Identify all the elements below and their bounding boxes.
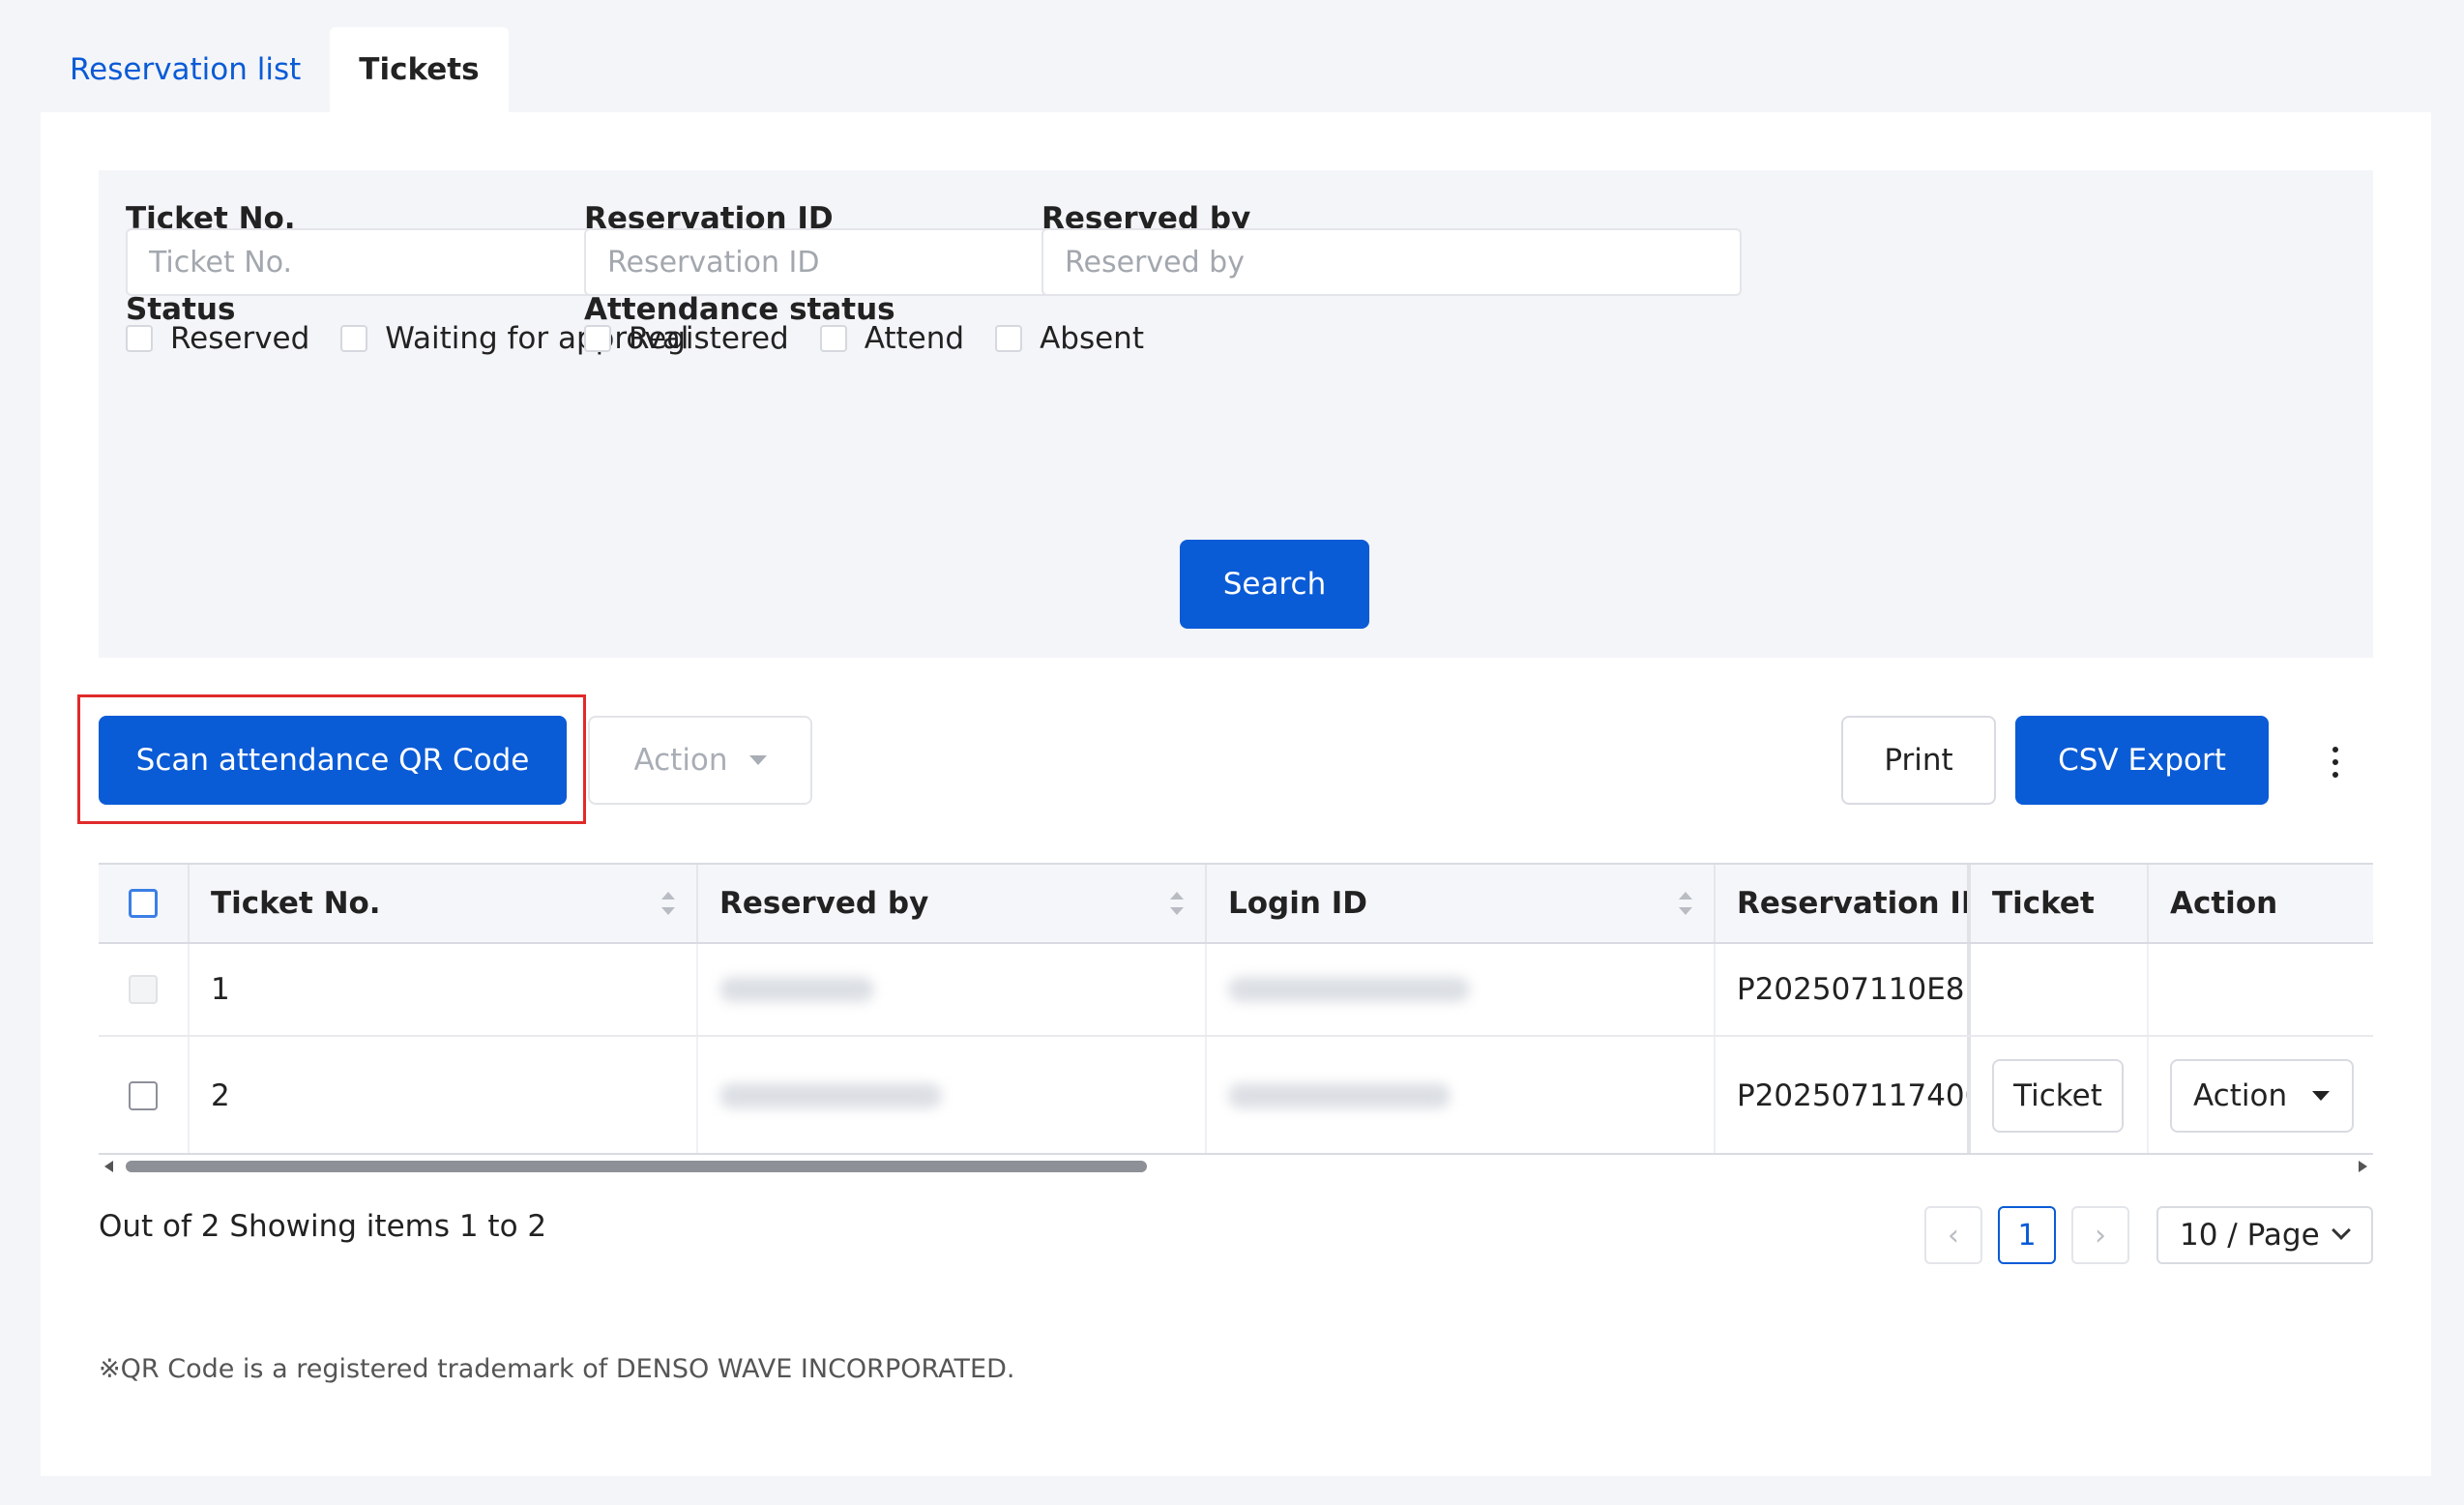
checkbox-box[interactable] [340, 325, 368, 352]
checkbox-label: Registered [629, 321, 789, 356]
search-button[interactable]: Search [1180, 540, 1369, 629]
column-reservation-id: Reservation ID [1716, 865, 1971, 942]
caret-down-icon [748, 755, 767, 765]
table-row: 1 P202507110E8D [99, 944, 2373, 1037]
redacted-text [1228, 1083, 1451, 1108]
more-vertical-icon[interactable] [2321, 743, 2350, 782]
sort-icon[interactable] [661, 892, 675, 915]
column-label: Ticket No. [211, 886, 381, 921]
row-action-dropdown[interactable]: Action [2170, 1059, 2354, 1133]
page-number-button[interactable]: 1 [1998, 1206, 2056, 1264]
redacted-text [719, 977, 874, 1002]
column-label: Login ID [1228, 886, 1367, 921]
bulk-action-label: Action [633, 743, 728, 778]
tab-tickets[interactable]: Tickets [330, 27, 509, 112]
table-header: Ticket No. Reserved by Login ID Reservat… [99, 865, 2373, 944]
chevron-right-icon[interactable]: › [2071, 1206, 2129, 1264]
ticket-cell [1971, 944, 2149, 1035]
reserved-by-input[interactable] [1041, 228, 1742, 296]
ticket-button[interactable]: Ticket [1992, 1059, 2124, 1133]
caret-down-icon [2312, 1091, 2331, 1101]
row-checkbox [129, 975, 158, 1004]
status-reserved-checkbox[interactable]: Reserved [126, 321, 309, 356]
trademark-footnote: ※QR Code is a registered trademark of DE… [99, 1354, 1015, 1384]
attendance-registered-checkbox[interactable]: Registered [584, 321, 789, 356]
chevron-down-icon [2332, 1221, 2351, 1240]
column-ticket-no[interactable]: Ticket No. [190, 865, 698, 942]
reserved-by-cell [698, 1037, 1207, 1153]
attendance-attend-checkbox[interactable]: Attend [819, 321, 965, 356]
tab-reservation-list[interactable]: Reservation list [41, 27, 330, 112]
scrollbar-thumb[interactable] [126, 1161, 1147, 1172]
ticket-cell: Ticket [1971, 1037, 2149, 1153]
row-checkbox[interactable] [129, 1081, 158, 1110]
scan-qr-code-button[interactable]: Scan attendance QR Code [99, 716, 567, 805]
column-label: Ticket [1992, 886, 2095, 921]
reserved-by-cell [698, 944, 1207, 1035]
tab-bar: Reservation list Tickets [41, 27, 509, 112]
redacted-text [719, 1083, 942, 1108]
action-cell [2149, 944, 2373, 1035]
column-label: Reserved by [719, 886, 929, 921]
column-login-id[interactable]: Login ID [1207, 865, 1716, 942]
select-all-checkbox[interactable] [129, 889, 158, 918]
login-id-cell [1207, 944, 1716, 1035]
tickets-panel: Ticket No. Reservation ID Reserved by St… [41, 112, 2431, 1476]
sort-icon[interactable] [1170, 892, 1184, 915]
attendance-absent-checkbox[interactable]: Absent [995, 321, 1144, 356]
checkbox-label: Reserved [170, 321, 310, 356]
login-id-cell [1207, 1037, 1716, 1153]
column-label: Reservation ID [1737, 886, 1971, 921]
row-action-label: Action [2193, 1078, 2288, 1113]
ticket-no-cell: 2 [190, 1037, 698, 1153]
column-label: Action [2170, 886, 2278, 921]
select-all-cell [99, 865, 190, 942]
row-select-cell [99, 944, 190, 1035]
reservation-id-cell: P202507110E8D [1716, 944, 1971, 1035]
page-size-select[interactable]: 10 / Page [2156, 1206, 2373, 1264]
checkbox-label: Attend [864, 321, 965, 356]
checkbox-box[interactable] [584, 325, 611, 352]
results-summary: Out of 2 Showing items 1 to 2 [99, 1209, 547, 1244]
action-cell: Action [2149, 1037, 2373, 1153]
page-size-label: 10 / Page [2180, 1218, 2320, 1253]
chevron-left-icon[interactable]: ‹ [1924, 1206, 1982, 1264]
column-action: Action [2149, 865, 2373, 942]
attendance-checkbox-group: Registered Attend Absent [584, 321, 1175, 356]
csv-export-button[interactable]: CSV Export [2015, 716, 2269, 805]
print-button[interactable]: Print [1841, 716, 1996, 805]
sort-icon[interactable] [1679, 892, 1692, 915]
row-select-cell [99, 1037, 190, 1153]
column-reserved-by[interactable]: Reserved by [698, 865, 1207, 942]
bulk-action-dropdown[interactable]: Action [588, 716, 812, 805]
column-ticket: Ticket [1971, 865, 2149, 942]
redacted-text [1228, 977, 1470, 1002]
scroll-left-icon[interactable] [104, 1161, 113, 1172]
reservation-id-cell: P2025071174000 [1716, 1037, 1971, 1153]
tickets-table: Ticket No. Reserved by Login ID Reservat… [99, 863, 2373, 1155]
checkbox-label: Absent [1040, 321, 1144, 356]
table-row: 2 P2025071174000 Ticket Action [99, 1037, 2373, 1153]
table-horizontal-scrollbar[interactable] [99, 1155, 2373, 1176]
ticket-no-cell: 1 [190, 944, 698, 1035]
checkbox-box[interactable] [126, 325, 153, 352]
search-filter-box: Ticket No. Reservation ID Reserved by St… [99, 170, 2373, 658]
checkbox-box[interactable] [995, 325, 1023, 352]
checkbox-box[interactable] [819, 325, 847, 352]
scroll-right-icon[interactable] [2359, 1161, 2367, 1172]
